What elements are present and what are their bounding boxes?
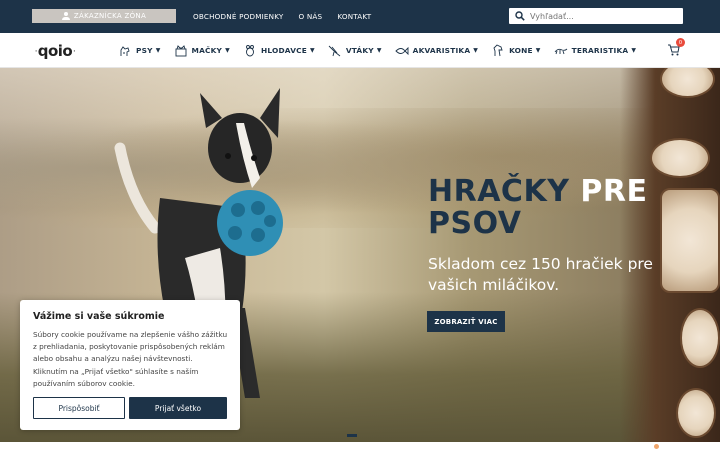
- below-hero-strip: [0, 442, 720, 450]
- menu-item-aquaristics[interactable]: AKVARISTIKA ▼: [395, 33, 478, 68]
- top-links: OBCHODNÉ PODMIENKY O NÁS KONTAKT: [193, 0, 371, 33]
- customize-button[interactable]: Prispôsobiť: [33, 397, 125, 419]
- rodent-icon: [245, 44, 254, 56]
- hero-subtitle: Skladom cez 150 hračiek pre vašich miláč…: [428, 255, 653, 294]
- cookie-consent-dialog: Vážime si vaše súkromie Súbory cookie po…: [20, 300, 240, 430]
- menu-item-label: HLODAVCE: [260, 46, 307, 55]
- menu-item-rodents[interactable]: HLODAVCE ▼: [243, 33, 315, 68]
- hero-title-word-3: PSOV: [428, 206, 522, 241]
- logo-dot-right: ·: [73, 47, 76, 55]
- menu-item-terraristics[interactable]: TERARISTIKA ▼: [554, 33, 637, 68]
- accept-all-button[interactable]: Prijať všetko: [129, 397, 227, 419]
- menu-item-label: KONE: [509, 46, 533, 55]
- cat-icon: [175, 44, 186, 56]
- hero-title-word-1: HRAČKY: [428, 174, 570, 209]
- bird-icon: [328, 45, 341, 56]
- chevron-down-icon: ▼: [535, 47, 541, 54]
- user-icon: [61, 12, 70, 20]
- chevron-down-icon: ▼: [631, 47, 637, 54]
- dog-icon: [120, 45, 130, 56]
- search-box: [509, 8, 683, 24]
- cookie-text: Súbory cookie používame na zlepšenie váš…: [33, 330, 228, 388]
- hero-title-word-2: PRE: [580, 174, 648, 209]
- cookie-title: Vážime si vaše súkromie: [33, 311, 165, 322]
- horse-icon: [493, 43, 503, 56]
- menu-item-birds[interactable]: VTÁKY ▼: [328, 33, 382, 68]
- decorative-dot: [654, 444, 659, 449]
- chevron-down-icon: ▼: [155, 47, 161, 54]
- top-bar: ZÁKAZNÍCKA ZÓNA OBCHODNÉ PODMIENKY O NÁS…: [0, 0, 720, 33]
- logo-text: qoio: [37, 42, 73, 60]
- menu-item-horses[interactable]: KONE ▼: [491, 33, 541, 68]
- chevron-down-icon: ▼: [376, 47, 382, 54]
- link-about[interactable]: O NÁS: [299, 12, 323, 21]
- menu-item-label: AKVARISTIKA: [412, 46, 471, 55]
- reptile-icon: [554, 48, 567, 54]
- category-menu: PSY ▼ MAČKY ▼ HLODAVCE ▼ VTÁKY ▼ AKVARIS…: [118, 33, 649, 68]
- search-input[interactable]: [530, 11, 670, 21]
- link-contact[interactable]: KONTAKT: [337, 12, 371, 21]
- menu-item-label: PSY: [136, 46, 153, 55]
- menu-item-label: TERARISTIKA: [571, 46, 629, 55]
- logo[interactable]: · qoio ·: [31, 42, 79, 60]
- menu-item-cats[interactable]: MAČKY ▼: [174, 33, 230, 68]
- show-more-button[interactable]: ZOBRAZIŤ VIAC: [427, 311, 505, 332]
- main-nav: · qoio · PSY ▼ MAČKY ▼ HLODAVCE ▼ VTÁKY …: [0, 33, 720, 68]
- menu-item-label: MAČKY: [191, 46, 223, 55]
- slider-indicator[interactable]: [347, 434, 357, 437]
- fish-icon: [395, 46, 409, 55]
- menu-item-label: VTÁKY: [345, 46, 374, 55]
- customer-zone-label: ZÁKAZNÍCKA ZÓNA: [73, 12, 147, 20]
- search-icon[interactable]: [515, 11, 525, 21]
- customer-zone-button[interactable]: ZÁKAZNÍCKA ZÓNA: [32, 9, 176, 23]
- link-terms[interactable]: OBCHODNÉ PODMIENKY: [193, 12, 284, 21]
- hero-title: HRAČKY PRE PSOV: [428, 176, 647, 240]
- chevron-down-icon: ▼: [473, 47, 479, 54]
- menu-item-dogs[interactable]: PSY ▼: [118, 33, 161, 68]
- logo-dot-left: ·: [34, 47, 37, 55]
- chevron-down-icon: ▼: [225, 47, 230, 54]
- chevron-down-icon: ▼: [310, 47, 315, 54]
- cart-count-badge: 0: [676, 38, 685, 47]
